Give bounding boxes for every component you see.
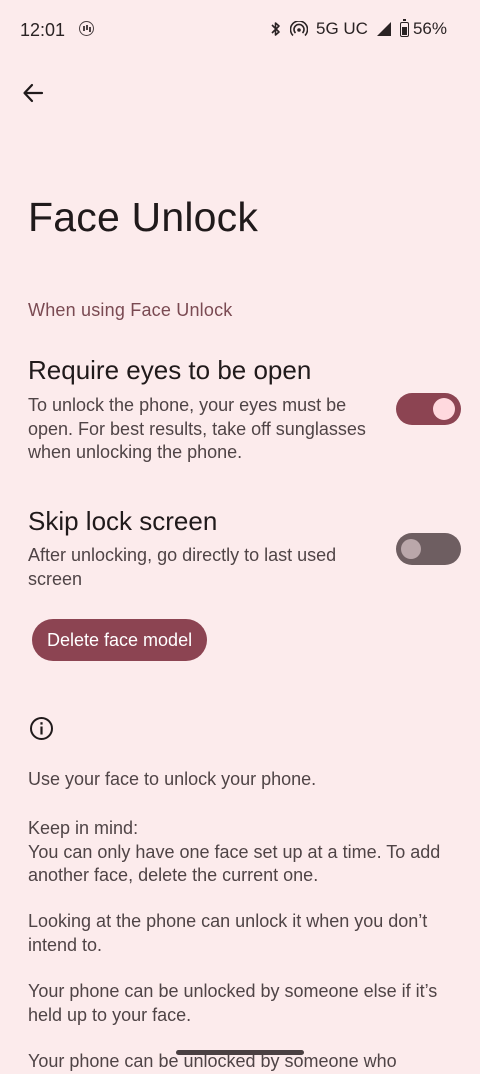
delete-face-model-button[interactable]: Delete face model bbox=[32, 619, 208, 661]
battery-icon bbox=[399, 18, 409, 37]
section-header: When using Face Unlock bbox=[28, 300, 233, 320]
setting-description: After unlocking, go directly to last use… bbox=[28, 545, 337, 589]
gesture-navigation-bar[interactable] bbox=[176, 1050, 304, 1055]
battery-percent: 56% bbox=[412, 19, 447, 38]
toggle-thumb bbox=[401, 539, 421, 559]
page-title: Face Unlock bbox=[28, 194, 259, 240]
require-eyes-toggle[interactable] bbox=[396, 393, 461, 425]
status-bar: 12:01 5G UC 56% bbox=[0, 0, 480, 60]
setting-title: Skip lock screen bbox=[28, 506, 218, 536]
bluetooth-icon bbox=[270, 21, 282, 37]
toggle-thumb bbox=[433, 398, 455, 420]
info-body: You can only have one face set up at a t… bbox=[28, 841, 441, 886]
app-notification-icon bbox=[79, 21, 94, 36]
info-paragraph: Looking at the phone can unlock it when … bbox=[28, 911, 428, 955]
network-type: 5G UC bbox=[316, 19, 368, 38]
arrow-left-icon bbox=[23, 83, 44, 103]
info-paragraph: Your phone can be unlocked by someone el… bbox=[28, 981, 438, 1025]
status-icons: 5G UC 56% bbox=[270, 18, 447, 39]
info-paragraph-keep-in-mind: Keep in mind: You can only have one face… bbox=[28, 817, 468, 888]
setting-skip-lock-screen[interactable]: Skip lock screen After unlocking, go dir… bbox=[0, 506, 480, 596]
skip-lock-screen-toggle[interactable] bbox=[396, 533, 461, 565]
info-heading: Keep in mind: bbox=[28, 818, 139, 838]
info-icon bbox=[30, 717, 53, 740]
info-paragraph: Use your face to unlock your phone. bbox=[28, 769, 317, 789]
back-button[interactable] bbox=[15, 75, 51, 111]
signal-icon bbox=[376, 21, 392, 37]
hotspot-icon bbox=[290, 21, 308, 37]
status-time: 12:01 bbox=[20, 20, 66, 40]
setting-title: Require eyes to be open bbox=[28, 355, 312, 385]
setting-require-eyes-open[interactable]: Require eyes to be open To unlock the ph… bbox=[0, 355, 480, 470]
setting-description: To unlock the phone, your eyes must be o… bbox=[28, 395, 366, 462]
